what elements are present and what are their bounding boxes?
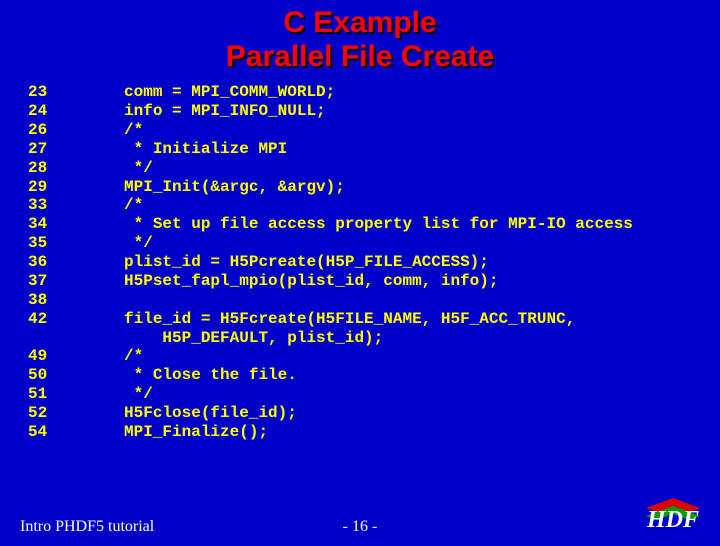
code-line: 27 * Initialize MPI	[28, 140, 720, 159]
footer-page-number: - 16 -	[343, 518, 378, 536]
code-line: 29 MPI_Init(&argc, &argv);	[28, 178, 720, 197]
code-block: 23 comm = MPI_COMM_WORLD;24 info = MPI_I…	[28, 83, 720, 442]
code-line: 52 H5Fclose(file_id);	[28, 404, 720, 423]
code-line: 37 H5Pset_fapl_mpio(plist_id, comm, info…	[28, 272, 720, 291]
code-line: 51 */	[28, 385, 720, 404]
slide-title: C Example Parallel File Create	[0, 6, 720, 73]
footer-left: Intro PHDF5 tutorial	[20, 518, 154, 536]
code-line: 34 * Set up file access property list fo…	[28, 215, 720, 234]
code-line: 33 /*	[28, 196, 720, 215]
title-line-1: C Example	[0, 6, 720, 40]
code-line: 42 file_id = H5Fcreate(H5FILE_NAME, H5F_…	[28, 310, 720, 329]
code-line: 24 info = MPI_INFO_NULL;	[28, 102, 720, 121]
hdf-logo-icon: HDF	[642, 496, 704, 536]
hdf-logo-text: HDF	[646, 507, 699, 533]
code-line: 35 */	[28, 234, 720, 253]
code-line: 36 plist_id = H5Pcreate(H5P_FILE_ACCESS)…	[28, 253, 720, 272]
code-line: 38	[28, 291, 720, 310]
code-line: H5P_DEFAULT, plist_id);	[28, 329, 720, 348]
code-line: 49 /*	[28, 347, 720, 366]
code-line: 28 */	[28, 159, 720, 178]
code-line: 54 MPI_Finalize();	[28, 423, 720, 442]
code-line: 23 comm = MPI_COMM_WORLD;	[28, 83, 720, 102]
code-line: 26 /*	[28, 121, 720, 140]
title-line-2: Parallel File Create	[0, 40, 720, 74]
code-line: 50 * Close the file.	[28, 366, 720, 385]
